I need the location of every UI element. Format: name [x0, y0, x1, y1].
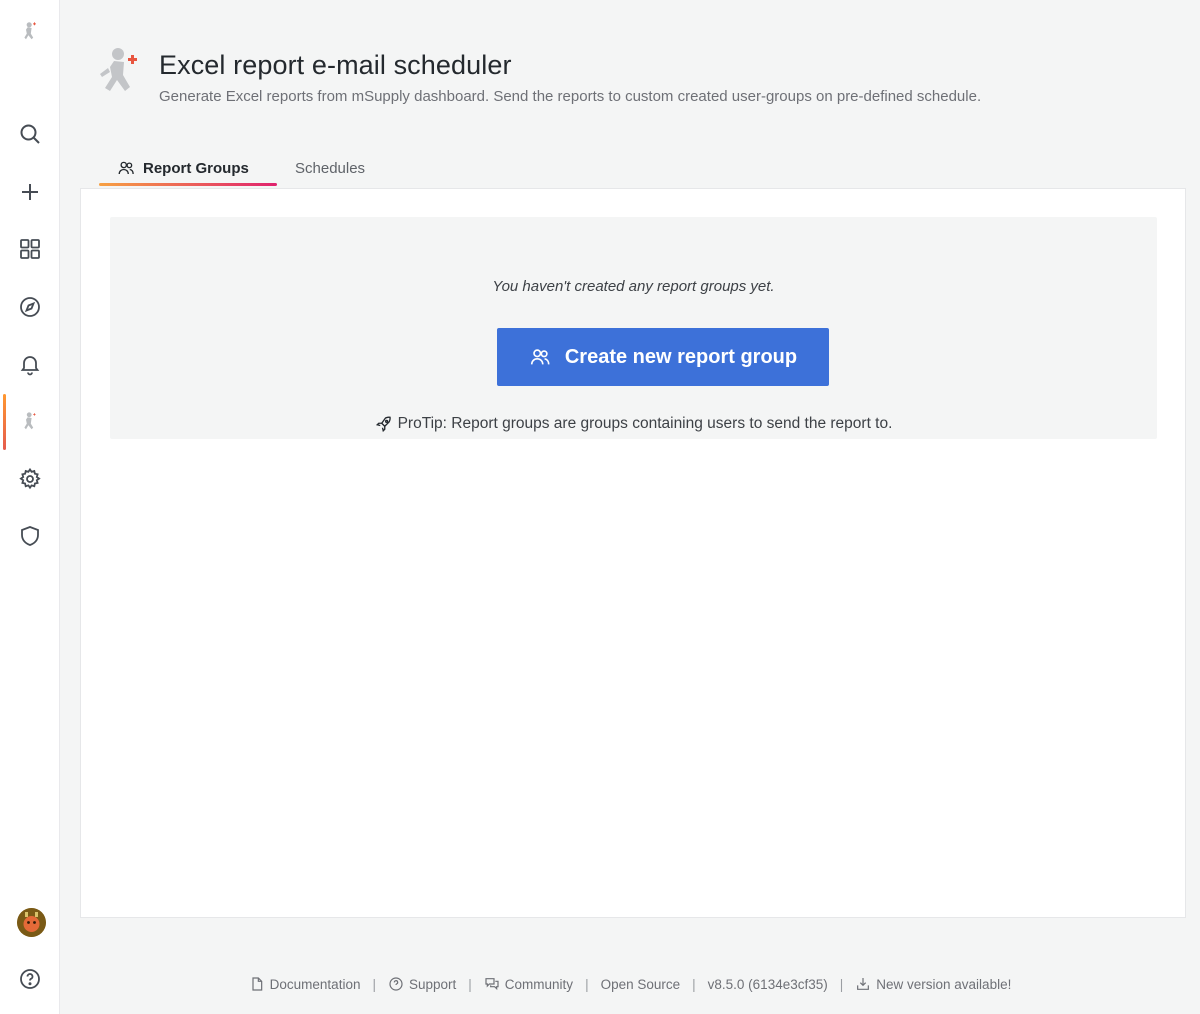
- plus-icon[interactable]: [0, 172, 60, 212]
- footer-separator: |: [585, 976, 589, 992]
- version-info: v8.5.0 (6134e3cf35): [708, 977, 828, 992]
- search-icon[interactable]: [0, 114, 60, 154]
- documentation-label: Documentation: [269, 976, 361, 992]
- page-subtitle: Generate Excel reports from mSupply dash…: [159, 88, 982, 105]
- empty-state-message: You haven't created any report groups ye…: [492, 278, 775, 295]
- users-icon: [118, 161, 134, 175]
- community-label: Community: [504, 976, 574, 992]
- footer: Documentation | Support | Community | Op…: [60, 976, 1200, 992]
- tab-schedules[interactable]: Schedules: [295, 148, 365, 188]
- page-title: Excel report e-mail scheduler: [159, 50, 512, 80]
- shield-icon[interactable]: [0, 516, 60, 556]
- content-panel: You haven't created any report groups ye…: [80, 188, 1186, 918]
- logo-icon[interactable]: [0, 12, 60, 52]
- tab-report-groups[interactable]: Report Groups: [99, 148, 277, 188]
- create-report-group-label: Create new report group: [564, 345, 798, 368]
- open-source-label: Open Source: [600, 976, 681, 992]
- create-report-group-button[interactable]: Create new report group: [497, 328, 829, 386]
- empty-state: You haven't created any report groups ye…: [110, 217, 1157, 439]
- question-circle-icon: [389, 977, 403, 991]
- footer-separator: |: [692, 976, 696, 992]
- gear-icon[interactable]: [0, 459, 60, 499]
- sidebar: [0, 0, 60, 1014]
- tab-report-groups-label: Report Groups: [143, 159, 249, 177]
- app-logo-icon: [96, 42, 144, 102]
- avatar[interactable]: [17, 908, 46, 937]
- plugin-app-icon[interactable]: [0, 402, 60, 442]
- open-source-link[interactable]: Open Source: [601, 977, 681, 992]
- new-version-label: New version available!: [876, 976, 1012, 992]
- footer-separator: |: [372, 976, 376, 992]
- dashboards-icon[interactable]: [0, 229, 60, 269]
- download-icon: [857, 978, 870, 990]
- tab-schedules-label: Schedules: [295, 159, 366, 177]
- help-icon[interactable]: [0, 959, 60, 999]
- rocket-icon: [375, 416, 391, 433]
- version-label: v8.5.0 (6134e3cf35): [707, 976, 828, 992]
- footer-separator: |: [468, 976, 472, 992]
- users-icon: [530, 349, 550, 365]
- comments-icon: [485, 978, 499, 991]
- community-link[interactable]: Community: [484, 976, 573, 992]
- explore-icon[interactable]: [0, 287, 60, 327]
- bell-icon[interactable]: [0, 344, 60, 384]
- footer-separator: |: [839, 976, 844, 992]
- document-icon: [252, 977, 262, 991]
- new-version-link[interactable]: New version available!: [855, 976, 1011, 992]
- documentation-link[interactable]: Documentation: [249, 976, 361, 992]
- support-link[interactable]: Support: [388, 976, 456, 992]
- protip-text: ProTip: Report groups are groups contain…: [397, 415, 893, 432]
- protip: ProTip: Report groups are groups contain…: [110, 415, 1157, 433]
- support-label: Support: [408, 976, 457, 992]
- active-tab-underline: [99, 183, 277, 186]
